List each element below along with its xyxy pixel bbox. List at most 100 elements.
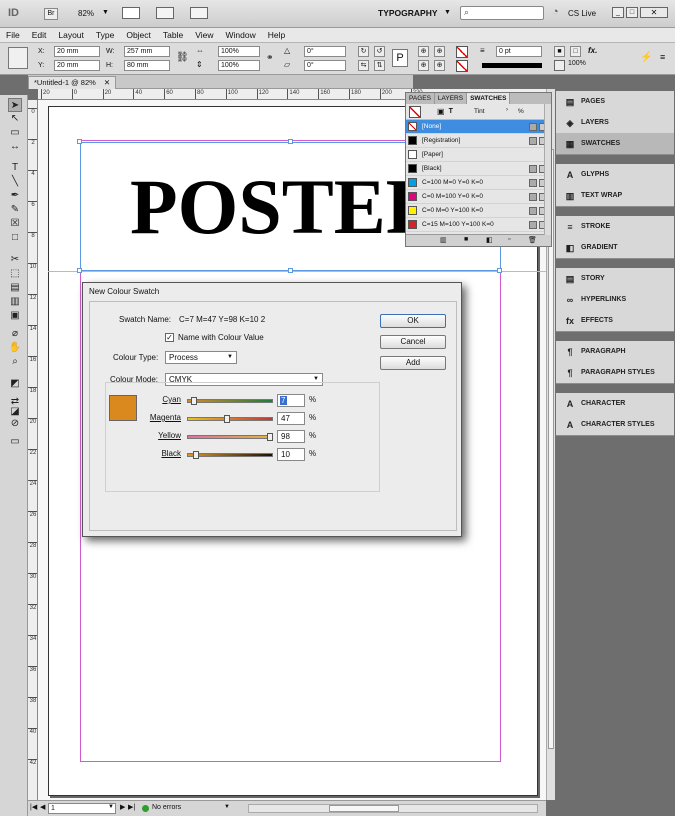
preflight-status[interactable]: No errors <box>152 804 181 811</box>
fx-icon[interactable]: fx. <box>588 46 597 55</box>
slider-thumb[interactable] <box>267 433 274 441</box>
panel-effects[interactable]: fx EFFECTS <box>556 310 674 331</box>
apply-none-icon[interactable]: ⊘ <box>8 417 22 431</box>
page-number-field[interactable]: 1 <box>48 803 116 814</box>
flip-vertical-icon[interactable]: ⇅ <box>374 60 385 71</box>
rotate-ccw-icon[interactable]: ↺ <box>374 46 385 57</box>
show-all-swatches-icon[interactable]: ▥ <box>440 236 447 244</box>
scissors-tool-icon[interactable]: ✂ <box>8 253 22 267</box>
bridge-button[interactable]: Br <box>44 8 58 20</box>
opacity-field[interactable]: 100% <box>568 60 586 67</box>
quick-apply-icon[interactable]: ⚡ <box>640 52 652 63</box>
zoom-dropdown-icon[interactable]: ▼ <box>102 9 109 16</box>
cyan-value-field[interactable]: 7 <box>277 394 305 407</box>
slider-thumb[interactable] <box>224 415 231 423</box>
panel-character-styles[interactable]: A CHARACTER STYLES <box>556 414 674 435</box>
swatch-row[interactable]: [Paper] <box>406 148 551 162</box>
fill-stroke-icon[interactable] <box>409 105 421 118</box>
hand-tool-icon[interactable]: ✋ <box>8 341 22 355</box>
close-window-button[interactable]: ✕ <box>640 7 668 18</box>
slider-thumb[interactable] <box>193 451 200 459</box>
new-swatch-icon[interactable]: ▫ <box>508 236 510 243</box>
tint-dropdown-icon[interactable]: › <box>506 107 508 113</box>
help-search-input[interactable] <box>460 6 544 20</box>
document-tab[interactable]: *Untitled-1 @ 82% ✕ <box>28 76 117 89</box>
swatch-row[interactable]: [None] <box>406 120 551 134</box>
select-container-icon[interactable]: ⊕ <box>418 46 429 57</box>
panel-pages[interactable]: ▤ PAGES <box>556 91 674 112</box>
text-frame-handle[interactable] <box>288 139 293 144</box>
panel-stroke[interactable]: ≡ STROKE <box>556 216 674 237</box>
maximize-button[interactable]: □ <box>626 7 638 18</box>
menu-window[interactable]: Window <box>220 28 262 43</box>
workspace-switcher[interactable]: TYPOGRAPHY <box>378 8 438 18</box>
free-transform-tool-icon[interactable]: ⬚ <box>8 267 22 281</box>
ok-button[interactable]: OK <box>380 314 446 328</box>
stroke-type-selector[interactable] <box>482 63 542 68</box>
colour-type-select[interactable]: Process ▼ <box>165 351 237 364</box>
note-tool-icon[interactable]: ▣ <box>8 309 22 323</box>
pen-tool-icon[interactable]: ✒ <box>8 189 22 203</box>
first-page-icon[interactable]: |◀ <box>30 803 37 811</box>
panel-glyphs[interactable]: A GLYPHS <box>556 164 674 185</box>
black-slider[interactable] <box>187 451 273 459</box>
menu-help[interactable]: Help <box>262 28 291 43</box>
control-panel-menu-icon[interactable]: ≡ <box>660 52 665 62</box>
scale-x-field[interactable]: 100% <box>218 46 260 57</box>
menu-file[interactable]: File <box>0 28 26 43</box>
shear-field[interactable]: 0° <box>304 60 346 71</box>
horizontal-scroll-thumb[interactable] <box>329 805 399 812</box>
scale-y-field[interactable]: 100% <box>218 60 260 71</box>
menu-type[interactable]: Type <box>90 28 120 43</box>
previous-page-icon[interactable]: ◀ <box>40 803 45 811</box>
panel-layers[interactable]: ◈ LAYERS <box>556 112 674 133</box>
reference-point-icon[interactable] <box>8 47 28 69</box>
minimize-button[interactable]: _ <box>612 7 624 18</box>
text-frame-handle[interactable] <box>288 268 293 273</box>
gradient-feather-tool-icon[interactable]: ▥ <box>8 295 22 309</box>
black-value-field[interactable]: 10 <box>277 448 305 461</box>
show-gradient-swatches-icon[interactable]: ◧ <box>486 236 493 244</box>
fill-stroke-icon[interactable]: ◩ <box>8 377 22 391</box>
preflight-dropdown-icon[interactable]: ▼ <box>224 804 230 810</box>
swatches-panel-scrollbar[interactable] <box>544 104 551 235</box>
rotation-field[interactable]: 0° <box>304 46 346 57</box>
magenta-slider[interactable] <box>187 415 273 423</box>
menu-edit[interactable]: Edit <box>26 28 53 43</box>
yellow-value-field[interactable]: 98 <box>277 430 305 443</box>
panel-paragraph-styles[interactable]: ¶ PARAGRAPH STYLES <box>556 362 674 383</box>
view-options-icon[interactable] <box>122 7 140 19</box>
stroke-weight-field[interactable]: 0 pt <box>496 46 542 57</box>
close-tab-icon[interactable]: ✕ <box>104 78 110 87</box>
link-scale-icon[interactable]: ⚭ <box>266 52 274 63</box>
rectangle-tool-icon[interactable]: □ <box>8 231 22 245</box>
name-with-value-checkbox[interactable]: ✓ <box>165 333 174 342</box>
w-field[interactable]: 257 mm <box>124 46 170 57</box>
zoom-tool-icon[interactable]: ⌕ <box>8 355 22 369</box>
horizontal-scrollbar[interactable] <box>248 804 538 813</box>
panel-character[interactable]: A CHARACTER <box>556 393 674 414</box>
page-tool-icon[interactable]: ▭ <box>8 126 22 140</box>
text-frame-handle[interactable] <box>77 139 82 144</box>
show-colour-swatches-icon[interactable]: ■ <box>464 236 468 243</box>
formatting-container-icon[interactable]: ▣ <box>437 107 445 116</box>
menu-object[interactable]: Object <box>120 28 157 43</box>
fill-swatch-icon[interactable] <box>456 46 468 58</box>
x-field[interactable]: 20 mm <box>54 46 100 57</box>
menu-table[interactable]: Table <box>157 28 189 43</box>
effects-fill-icon[interactable]: ■ <box>554 46 565 57</box>
tab-layers[interactable]: LAYERS <box>435 93 468 104</box>
delete-swatch-icon[interactable]: 🗑 <box>528 236 537 244</box>
last-page-icon[interactable]: ▶| <box>128 803 135 811</box>
magenta-value-field[interactable]: 47 <box>277 412 305 425</box>
flip-horizontal-icon[interactable]: ⇆ <box>358 60 369 71</box>
text-frame-handle[interactable] <box>77 268 82 273</box>
line-tool-icon[interactable]: ╲ <box>8 175 22 189</box>
rectangle-frame-tool-icon[interactable]: ☒ <box>8 217 22 231</box>
swatch-row[interactable]: C=0 M=100 Y=0 K=0 <box>406 190 551 204</box>
workspace-dropdown-icon[interactable]: ▼ <box>444 9 451 16</box>
effects-stroke-icon[interactable]: □ <box>570 46 581 57</box>
menu-layout[interactable]: Layout <box>52 28 90 43</box>
page-dropdown-icon[interactable]: ▼ <box>108 804 114 810</box>
arrange-documents-icon[interactable] <box>190 7 208 19</box>
